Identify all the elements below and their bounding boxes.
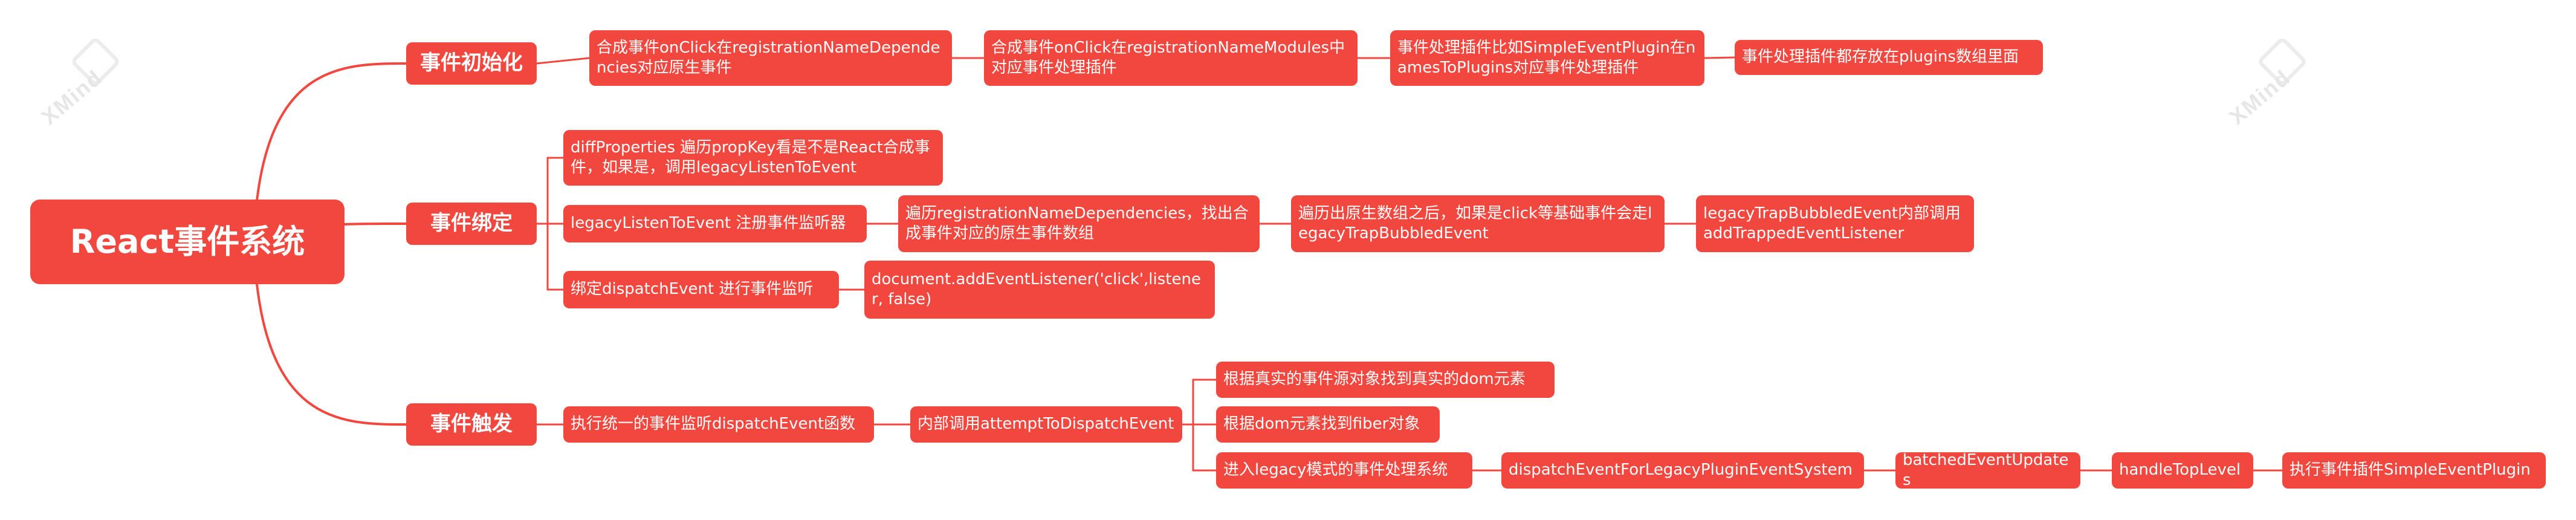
- subtopic-node[interactable]: 执行事件插件SimpleEventPlugin: [2282, 452, 2546, 489]
- subtopic-node[interactable]: 根据dom元素找到fiber对象: [1216, 406, 1440, 443]
- connector-line: [536, 57, 591, 65]
- root-topic[interactable]: React事件系统: [30, 200, 345, 284]
- mind-map: XMind XMind React事件系统 事件初始化 事件绑定 事件触发 合成…: [0, 0, 2576, 520]
- subtopic-node[interactable]: 执行统一的事件监听dispatchEvent函数: [563, 406, 874, 443]
- subtopic-node[interactable]: batchedEventUpdates: [1895, 451, 2080, 489]
- topic-event-init[interactable]: 事件初始化: [406, 42, 537, 85]
- subtopic-node[interactable]: diffProperties 遍历propKey看是不是React合成事件，如果…: [563, 130, 943, 186]
- subtopic-node[interactable]: 合成事件onClick在registrationNameModules中对应事件…: [984, 30, 1358, 86]
- subtopic-node[interactable]: dispatchEventForLegacyPluginEventSystem: [1501, 452, 1864, 489]
- subtopic-node[interactable]: 合成事件onClick在registrationNameDependencies…: [589, 30, 952, 86]
- subtopic-node[interactable]: 遍历registrationNameDependencies，找出合成事件对应的…: [898, 195, 1260, 252]
- subtopic-node[interactable]: 根据真实的事件源对象找到真实的dom元素: [1216, 362, 1555, 398]
- subtopic-node[interactable]: 遍历出原生数组之后，如果是click等基础事件会走legacyTrapBubbl…: [1291, 195, 1665, 252]
- subtopic-node[interactable]: legacyListenToEvent 注册事件监听器: [563, 205, 867, 242]
- subtopic-node[interactable]: 绑定dispatchEvent 进行事件监听: [563, 271, 839, 308]
- connector-line: [1703, 56, 1736, 59]
- subtopic-node[interactable]: 进入legacy模式的事件处理系统: [1216, 452, 1472, 489]
- subtopic-node[interactable]: 事件处理插件都存放在plugins数组里面: [1735, 40, 2043, 75]
- topic-event-binding[interactable]: 事件绑定: [406, 203, 537, 245]
- subtopic-node[interactable]: 事件处理插件比如SimpleEventPlugin在namesToPlugins…: [1390, 30, 1704, 86]
- subtopic-node[interactable]: document.addEventListener('click',listen…: [864, 261, 1215, 319]
- subtopic-node[interactable]: legacyTrapBubbledEvent内部调用addTrappedEven…: [1696, 195, 1974, 252]
- subtopic-node[interactable]: 内部调用attemptToDispatchEvent: [910, 406, 1182, 443]
- subtopic-node[interactable]: handleTopLevel: [2112, 452, 2253, 489]
- topic-event-trigger[interactable]: 事件触发: [406, 403, 537, 446]
